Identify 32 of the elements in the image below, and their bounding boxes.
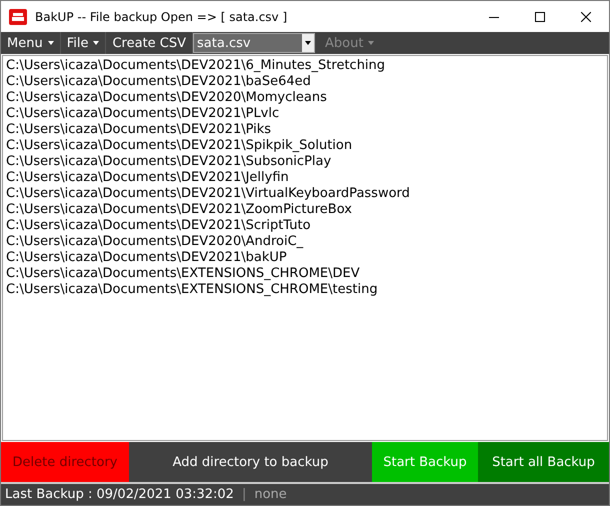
directory-path[interactable]: C:\Users\icaza\Documents\DEV2020\AndroiC_ [6, 234, 604, 250]
directory-path[interactable]: C:\Users\icaza\Documents\DEV2021\Piks [6, 122, 604, 138]
status-separator: | [242, 487, 246, 502]
close-icon [581, 12, 591, 22]
directory-list[interactable] [2, 55, 608, 441]
caret-icon [48, 41, 54, 45]
directory-path[interactable]: C:\Users\icaza\Documents\EXTENSIONS_CHROME\DEV [6, 266, 604, 282]
app-icon [9, 8, 27, 24]
window-title: BakUP -- File backup Open => [ sata.csv ] [35, 10, 288, 24]
maximize-icon [535, 12, 545, 22]
directory-path[interactable]: C:\Users\icaza\Documents\DEV2021\SubsonicPlay [6, 154, 604, 170]
directory-path[interactable]: C:\Users\icaza\Documents\DEV2021\Jellyfin [6, 170, 604, 186]
directory-path[interactable]: C:\Users\icaza\Documents\DEV2021\PLvlc [6, 106, 604, 122]
directory-path[interactable]: C:\Users\icaza\Documents\DEV2021\ScriptTuto [6, 218, 604, 234]
directory-path[interactable]: C:\Users\icaza\Documents\DEV2021\Spikpik_Solution [6, 138, 604, 154]
action-button[interactable]: Add directory to backup [129, 442, 372, 482]
menu-item[interactable]: File [60, 32, 106, 54]
directory-path[interactable]: C:\Users\icaza\Documents\DEV2021\ZoomPictureBox [6, 202, 604, 218]
file-dropdown[interactable]: sata.csv [193, 33, 316, 53]
status-text: none [254, 487, 287, 502]
directory-path[interactable]: C:\Users\icaza\Documents\DEV2021\baSe64ed [6, 74, 604, 90]
caret-icon [368, 41, 374, 45]
directory-path[interactable]: C:\Users\icaza\Documents\DEV2021\6_Minutes_Stretching [6, 58, 604, 74]
directory-path[interactable]: C:\Users\icaza\Documents\DEV2021\VirtualKeyboardPassword [6, 186, 604, 202]
directory-path[interactable]: C:\Users\icaza\Documents\EXTENSIONS_CHROME\testing [6, 282, 604, 298]
directory-path[interactable]: C:\Users\icaza\Documents\DEV2020\Momycleans [6, 90, 604, 106]
last-backup-text: Last Backup : 09/02/2021 03:32:02 [5, 487, 234, 502]
action-button[interactable]: Start all Backup [478, 442, 609, 482]
caret-icon [305, 41, 312, 45]
menu-item[interactable]: Menu [1, 32, 61, 54]
directory-path[interactable]: C:\Users\icaza\Documents\DEV2021\bakUP [6, 250, 604, 266]
caret-icon [93, 41, 100, 45]
